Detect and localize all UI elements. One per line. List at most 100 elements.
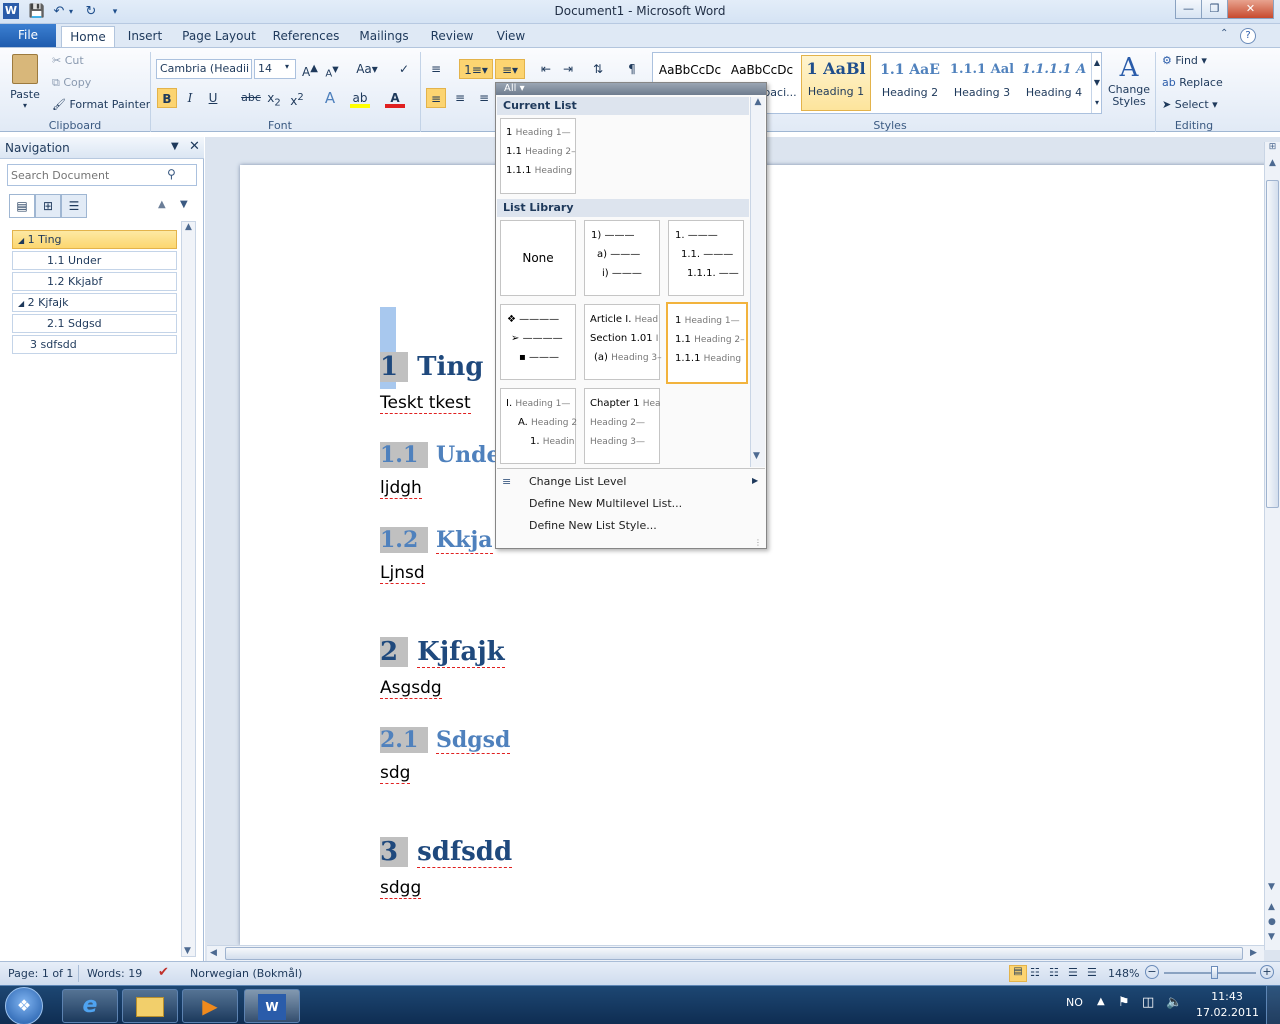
web-layout-view-icon[interactable]: ☷ [1049, 966, 1059, 979]
zoom-slider-thumb[interactable] [1211, 966, 1218, 979]
zoom-out-icon[interactable]: − [1145, 965, 1159, 979]
filter-dropdown[interactable]: All ▾ [496, 83, 766, 95]
heading-3[interactable]: 3 sdfsdd [380, 837, 513, 868]
list-decimal-tile[interactable]: 1. ——— 1.1. ——— 1.1.1. —— [668, 220, 744, 296]
action-center-icon[interactable]: ⚑ [1118, 995, 1130, 1010]
copy-button[interactable]: ⧉ Copy [52, 76, 91, 90]
list-article-tile[interactable]: Article I. Head Section 1.01 I (a) Headi… [584, 304, 662, 380]
browse-headings-tab[interactable]: ▤ [9, 194, 35, 218]
tab-home[interactable]: Home [61, 26, 115, 47]
list-none-tile[interactable]: None [500, 220, 576, 296]
paste-button[interactable]: Paste ▾ [6, 52, 44, 112]
network-icon[interactable]: ◫ [1142, 995, 1154, 1010]
clock-date[interactable]: 17.02.2011 [1196, 1006, 1259, 1019]
scroll-right-icon[interactable]: ▶ [1250, 948, 1257, 958]
clear-formatting-icon[interactable]: ✓ [394, 59, 414, 79]
superscript-button[interactable]: x2 [287, 88, 307, 108]
list-chapter-tile[interactable]: Chapter 1 Hea Heading 2— Heading 3— [584, 388, 661, 464]
font-color-icon[interactable]: A [385, 88, 405, 108]
underline-button[interactable]: U [203, 88, 223, 108]
scroll-up-icon[interactable]: ▲ [182, 222, 195, 232]
proofing-icon[interactable]: ✔ [158, 965, 169, 980]
heading-2-1[interactable]: 2.1 Sdgsd [380, 727, 511, 754]
change-styles-button[interactable]: A Change Styles [1106, 52, 1152, 116]
nav-heading-item[interactable]: ◢ 2 Kjfajk [12, 293, 177, 312]
navigation-close-icon[interactable]: ✕ [189, 139, 200, 154]
list-heading-tile[interactable]: 1 Heading 1— 1.1 Heading 2– 1.1.1 Headin… [666, 302, 748, 384]
taskbar-explorer[interactable] [122, 989, 178, 1023]
align-right-button[interactable]: ≡ [474, 88, 494, 108]
close-button[interactable]: ✕ [1227, 0, 1274, 19]
page-count[interactable]: Page: 1 of 1 [8, 967, 73, 980]
language-indicator[interactable]: Norwegian (Bokmål) [190, 967, 302, 980]
full-screen-view-icon[interactable]: ☷ [1030, 966, 1040, 979]
replace-button[interactable]: ab Replace [1162, 76, 1223, 89]
font-name-select[interactable]: Cambria (Headii [156, 59, 252, 79]
collapse-icon[interactable]: ◢ [18, 299, 24, 308]
strikethrough-button[interactable]: abc [240, 88, 262, 108]
numbering-icon[interactable]: 1≡▾ [459, 59, 493, 79]
font-size-select[interactable]: 14 [254, 59, 296, 79]
gallery-scrollbar[interactable]: ▲ ▼ [750, 97, 765, 467]
find-button[interactable]: ⚙ Find ▾ [1162, 54, 1207, 67]
bullets-icon[interactable]: ≡ [426, 59, 446, 79]
select-button[interactable]: ➤ Select ▾ [1162, 98, 1218, 111]
shrink-font-icon[interactable]: A▼ [322, 59, 342, 79]
tab-page-layout[interactable]: Page Layout [178, 26, 260, 47]
zoom-in-icon[interactable]: + [1260, 965, 1274, 979]
italic-button[interactable]: I [180, 88, 200, 108]
scroll-thumb[interactable] [225, 947, 1243, 960]
body-paragraph[interactable]: ljdgh [380, 478, 422, 499]
nav-heading-item[interactable]: 1.1 Under [12, 251, 177, 270]
body-paragraph[interactable]: Asgsdg [380, 678, 442, 699]
increase-indent-icon[interactable]: ⇥ [558, 59, 578, 79]
show-marks-icon[interactable]: ¶ [622, 59, 642, 79]
decrease-indent-icon[interactable]: ⇤ [536, 59, 556, 79]
tab-insert[interactable]: Insert [120, 26, 170, 47]
change-case-icon[interactable]: Aa▾ [354, 59, 380, 79]
nav-heading-item[interactable]: 2.1 Sdgsd [12, 314, 177, 333]
define-new-multilevel-list-item[interactable]: Define New Multilevel List... [529, 497, 682, 510]
heading-1-2[interactable]: 1.2 Kkja [380, 527, 493, 554]
browse-object-icon[interactable]: ● [1268, 917, 1276, 927]
style-heading-1[interactable]: 1 AaBl Heading 1 [801, 55, 871, 111]
heading-1-1[interactable]: 1.1 Unde [380, 442, 501, 468]
resize-grip-icon[interactable]: ⋮ [754, 538, 762, 547]
tab-references[interactable]: References [268, 26, 344, 47]
minimize-button[interactable]: — [1175, 0, 1202, 19]
tab-file[interactable]: File [0, 24, 56, 47]
next-page-icon[interactable]: ▼ [1268, 932, 1275, 942]
multilevel-list-icon[interactable]: ≡▾ [495, 59, 525, 79]
horizontal-scrollbar[interactable]: ◀ ▶ [207, 945, 1264, 961]
search-icon[interactable]: ⚲ [167, 167, 176, 181]
collapse-icon[interactable]: ◢ [18, 236, 24, 245]
format-painter-button[interactable]: 🖌 Format Painter [52, 98, 150, 111]
show-hidden-icons[interactable]: ▲ [1097, 996, 1105, 1007]
scroll-left-icon[interactable]: ◀ [210, 948, 217, 958]
style-heading-2[interactable]: 1.1 AaE Heading 2 [875, 57, 945, 112]
navigation-options-icon[interactable]: ▼ [171, 141, 179, 152]
list-bullets-tile[interactable]: ❖ ———— ➢ ———— ▪ ——— [500, 304, 576, 380]
bold-button[interactable]: B [157, 88, 177, 108]
change-list-level-item[interactable]: Change List Level [529, 475, 626, 488]
text-effects-icon[interactable]: A [320, 88, 340, 108]
taskbar-media-player[interactable]: ▶ [182, 989, 238, 1023]
print-layout-view-icon[interactable]: ▤ [1009, 965, 1027, 982]
body-paragraph[interactable]: sdg [380, 763, 411, 784]
current-list-tile[interactable]: 1 Heading 1— 1.1 Heading 2– 1.1.1 Headin… [500, 118, 576, 194]
tab-view[interactable]: View [488, 26, 534, 47]
scroll-down-icon[interactable]: ▼ [753, 451, 760, 461]
align-center-button[interactable]: ≡ [450, 88, 470, 108]
tab-review[interactable]: Review [424, 26, 480, 47]
help-icon[interactable]: ? [1240, 28, 1256, 44]
maximize-button[interactable]: ❐ [1201, 0, 1228, 19]
outline-view-icon[interactable]: ☰ [1068, 966, 1078, 979]
list-roman-tile[interactable]: I. Heading 1— A. Heading 2 1. Headin [500, 388, 577, 464]
grow-font-icon[interactable]: A▲ [300, 59, 320, 79]
nav-heading-item[interactable]: 3 sdfsdd [12, 335, 177, 354]
browse-results-tab[interactable]: ☰ [61, 194, 87, 218]
scroll-down-icon[interactable]: ▼ [1268, 882, 1275, 892]
heading-2[interactable]: 2 Kjfajk [380, 637, 505, 668]
style-heading-3[interactable]: 1.1.1 Aal Heading 3 [947, 57, 1017, 112]
previous-heading-icon[interactable]: ▲ [158, 199, 166, 210]
